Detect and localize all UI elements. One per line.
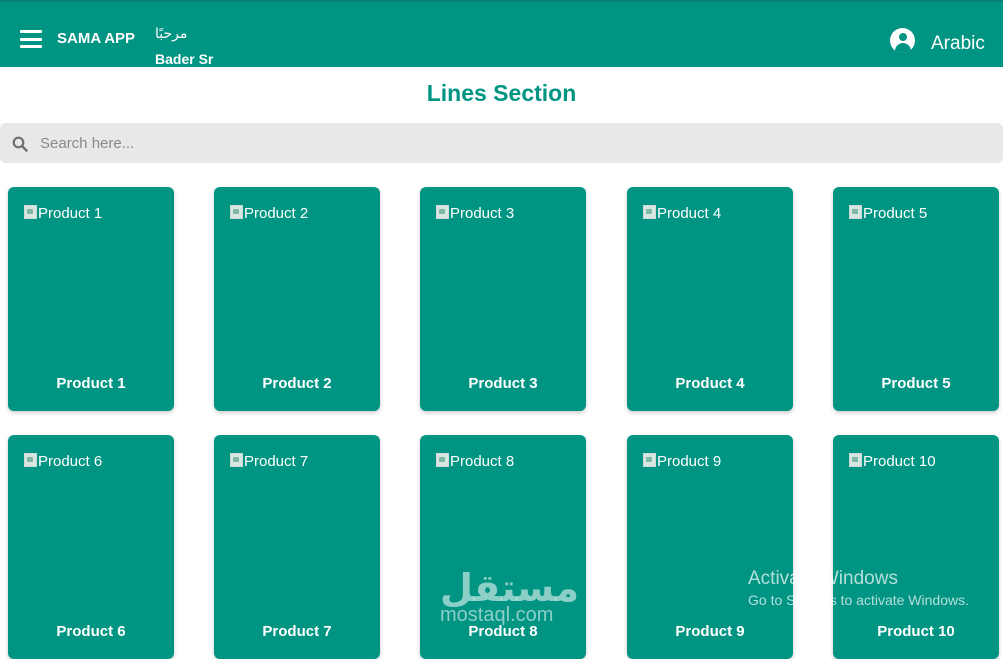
product-card[interactable]: Product 1 Product 1: [8, 187, 174, 411]
product-image: Product 4: [643, 205, 721, 222]
product-image: Product 1: [24, 205, 102, 222]
activate-windows-title: Activate Windows: [748, 568, 898, 589]
product-image: Product 7: [230, 453, 308, 470]
product-name: Product 7: [262, 623, 332, 640]
top-app-bar: SAMA APP مرحبًا Bader Sr Arabic: [0, 0, 1003, 67]
broken-image-icon: [24, 453, 37, 467]
product-name: Product 9: [675, 623, 745, 640]
product-image: Product 8: [436, 453, 514, 470]
product-image: Product 5: [849, 205, 927, 222]
product-card[interactable]: Product 3 Product 3: [420, 187, 586, 411]
product-name: Product 10: [877, 623, 955, 640]
product-card[interactable]: Product 9 Product 9: [627, 435, 793, 659]
product-name: Product 2: [262, 375, 332, 392]
product-image: Product 6: [24, 453, 102, 470]
app-name: SAMA APP: [57, 30, 136, 47]
broken-image-icon: [230, 205, 243, 219]
product-card[interactable]: Product 7 Product 7: [214, 435, 380, 659]
broken-image-icon: [436, 205, 449, 219]
broken-image-icon: [643, 205, 656, 219]
search-bar: [0, 123, 1003, 163]
product-name: Product 5: [881, 375, 951, 392]
product-image: Product 2: [230, 205, 308, 222]
product-card[interactable]: Product 10 Product 10: [833, 435, 999, 659]
product-card[interactable]: Product 4 Product 4: [627, 187, 793, 411]
product-name: Product 1: [56, 375, 126, 392]
search-icon: [12, 136, 28, 152]
menu-icon[interactable]: [20, 30, 42, 48]
broken-image-icon: [849, 453, 862, 467]
product-card[interactable]: Product 5 Product 5: [833, 187, 999, 411]
broken-image-icon: [849, 205, 862, 219]
product-name: Product 3: [468, 375, 538, 392]
product-image: Product 10: [849, 453, 936, 470]
product-name: Product 4: [675, 375, 745, 392]
product-card[interactable]: Product 2 Product 2: [214, 187, 380, 411]
product-card[interactable]: Product 6 Product 6: [8, 435, 174, 659]
search-input[interactable]: [40, 131, 940, 155]
product-image: Product 3: [436, 205, 514, 222]
activate-windows-subtitle: Go to Settings to activate Windows.: [748, 592, 969, 608]
broken-image-icon: [436, 453, 449, 467]
product-image: Product 9: [643, 453, 721, 470]
account-circle-icon[interactable]: [890, 28, 915, 53]
product-name: Product 6: [56, 623, 126, 640]
page-title: Lines Section: [426, 80, 577, 106]
language-toggle[interactable]: Arabic: [931, 33, 985, 55]
broken-image-icon: [230, 453, 243, 467]
watermark-url: mostaql.com: [440, 604, 554, 626]
user-name: Bader Sr: [155, 51, 214, 67]
broken-image-icon: [24, 205, 37, 219]
greeting-text: مرحبًا: [155, 26, 188, 42]
broken-image-icon: [643, 453, 656, 467]
